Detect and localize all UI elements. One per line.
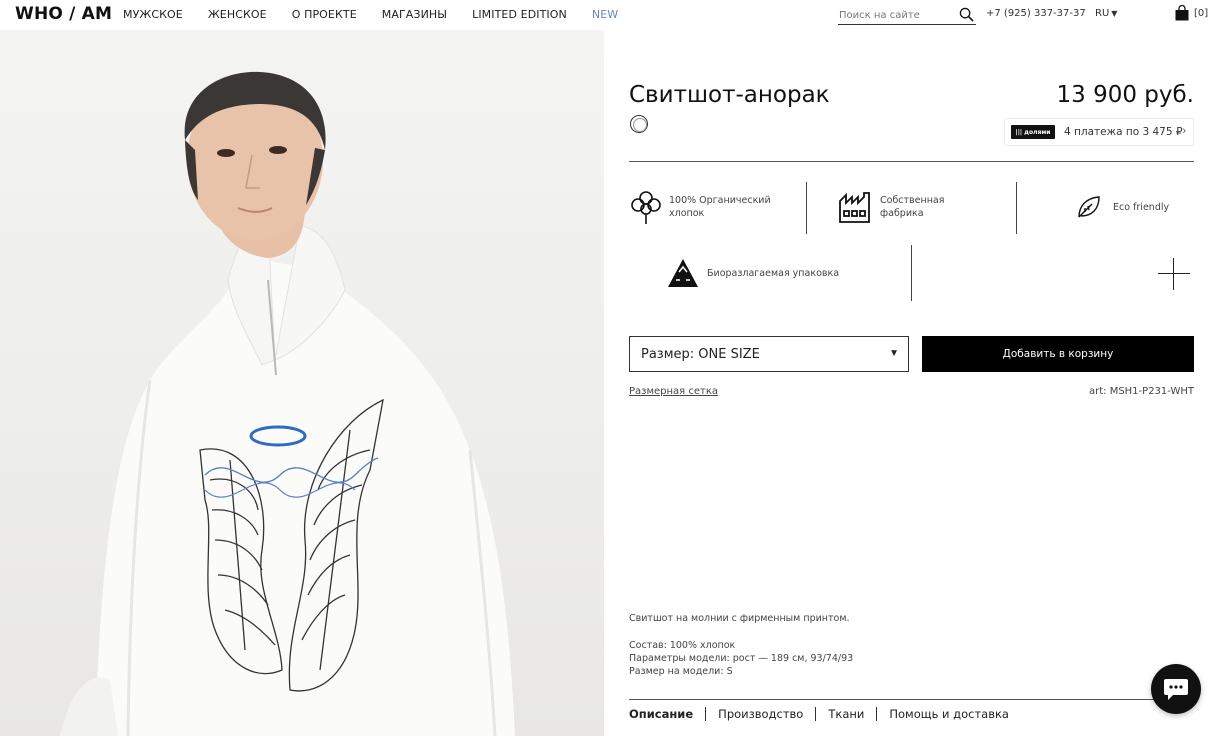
tab-fabrics[interactable]: Ткани xyxy=(828,707,864,721)
description-lead: Свитшот на молнии с фирменным принтом. xyxy=(629,613,850,624)
nav-item-about[interactable]: О ПРОЕКТЕ xyxy=(292,8,357,21)
factory-icon xyxy=(839,192,870,223)
size-chart-link[interactable]: Размерная сетка xyxy=(629,386,718,397)
size-select[interactable]: Размер: ONE SIZE ▼ xyxy=(629,336,909,372)
feature-organic-cotton-line2: хлопок xyxy=(669,208,705,219)
feature-own-factory: Собственная фабрика xyxy=(838,191,944,223)
feature-divider xyxy=(1016,182,1017,234)
add-to-cart-button[interactable]: Добавить в корзину xyxy=(922,336,1194,372)
feature-own-factory-line1: Собственная xyxy=(880,195,945,206)
product-photo xyxy=(0,30,604,736)
installment-widget[interactable]: ||| долями 4 платежа по 3 475 ₽ › xyxy=(1004,118,1194,146)
shopping-bag-icon xyxy=(1175,5,1189,21)
cart-button[interactable]: [0] xyxy=(1174,5,1208,21)
product-tabs: Описание Производство Ткани Помощь и дос… xyxy=(629,707,1009,721)
feature-own-factory-line2: фабрика xyxy=(880,208,924,219)
feature-biodegradable-label: Биоразлагаемая упаковка xyxy=(707,267,840,279)
chat-button[interactable] xyxy=(1151,664,1201,714)
recycle-box-icon xyxy=(668,259,698,287)
chevron-right-icon: › xyxy=(1182,125,1186,137)
language-label: RU xyxy=(1095,8,1110,19)
search-box xyxy=(838,5,976,25)
feature-organic-cotton-line1: 100% Органический xyxy=(669,195,771,206)
tab-production[interactable]: Производство xyxy=(718,707,803,721)
nav-item-women[interactable]: ЖЕНСКОЕ xyxy=(208,8,267,21)
site-logo[interactable]: WHO / AM xyxy=(15,4,112,24)
product-title: Свитшот-анорак xyxy=(629,82,830,108)
description-model-params: Параметры модели: рост — 189 см, 93/74/9… xyxy=(629,653,854,664)
product-price: 13 900 руб. xyxy=(1056,82,1195,108)
tab-separator xyxy=(815,707,817,721)
caret-down-icon: ▼ xyxy=(1111,9,1118,18)
nav-item-stores[interactable]: МАГАЗИНЫ xyxy=(382,8,447,21)
feature-divider xyxy=(911,245,912,301)
divider xyxy=(629,699,1194,700)
language-selector[interactable]: RU ▼ xyxy=(1095,8,1117,19)
tab-description[interactable]: Описание xyxy=(629,707,693,721)
article-number: art: MSH1-P231-WHT xyxy=(1088,386,1194,397)
tab-help-delivery[interactable]: Помощь и доставка xyxy=(889,707,1009,721)
description-composition: Состав: 100% хлопок xyxy=(629,640,736,651)
feature-divider xyxy=(806,182,807,234)
description-model-size: Размер на модели: S xyxy=(629,666,733,677)
nav-item-limited-edition[interactable]: LIMITED EDITION xyxy=(472,8,567,21)
color-swatch-white[interactable] xyxy=(630,115,648,133)
feature-eco-friendly: Eco friendly xyxy=(1076,194,1169,220)
nav-item-men[interactable]: МУЖСКОЕ xyxy=(123,8,183,21)
installment-text: 4 платежа по 3 475 ₽ xyxy=(1064,126,1183,138)
cart-count: [0] xyxy=(1194,7,1209,19)
feature-organic-cotton: 100% Органический хлопок xyxy=(629,189,771,225)
main-nav: МУЖСКОЕ ЖЕНСКОЕ О ПРОЕКТЕ МАГАЗИНЫ LIMIT… xyxy=(123,8,643,21)
search-icon[interactable] xyxy=(959,7,974,22)
expand-features-plus-icon[interactable] xyxy=(1158,258,1190,290)
chat-bubble-icon xyxy=(1164,679,1188,700)
tab-separator xyxy=(876,707,878,721)
site-header: WHO / AM МУЖСКОЕ ЖЕНСКОЕ О ПРОЕКТЕ МАГАЗ… xyxy=(0,0,1212,30)
tab-separator xyxy=(705,707,707,721)
cotton-icon xyxy=(631,191,661,224)
divider xyxy=(629,161,1194,162)
nav-item-new[interactable]: NEW xyxy=(592,8,618,21)
model-photo-image xyxy=(60,71,515,736)
leaf-icon xyxy=(1078,196,1100,218)
search-input[interactable] xyxy=(838,6,953,25)
feature-biodegradable-packaging: Биоразлагаемая упаковка xyxy=(667,258,839,288)
caret-down-icon: ▼ xyxy=(889,348,899,359)
size-select-value: Размер: ONE SIZE xyxy=(641,346,760,362)
phone-number[interactable]: +7 (925) 337-37-37 xyxy=(986,8,1086,19)
feature-eco-friendly-label: Eco friendly xyxy=(1113,201,1170,213)
dolyami-logo: ||| долями xyxy=(1011,125,1055,139)
